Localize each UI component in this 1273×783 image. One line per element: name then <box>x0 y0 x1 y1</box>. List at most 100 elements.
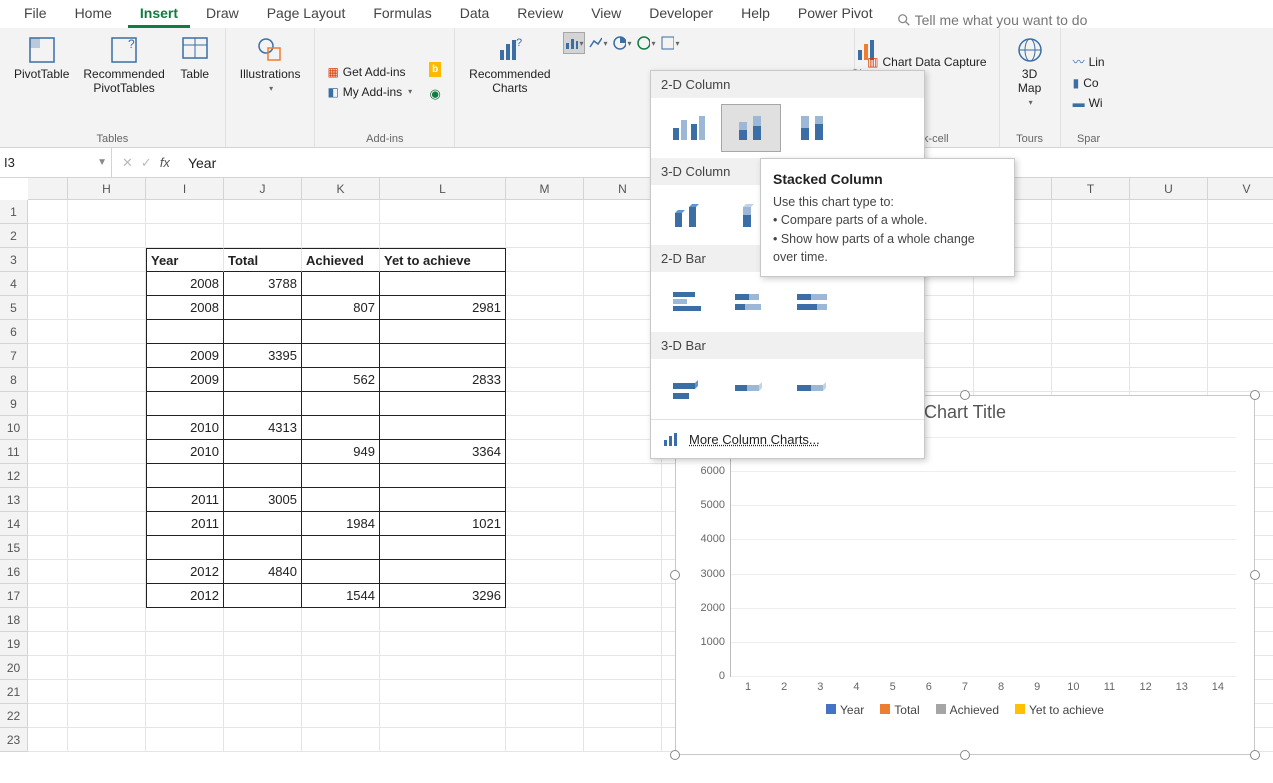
cell[interactable] <box>146 320 224 344</box>
cell[interactable] <box>28 200 68 224</box>
cell[interactable]: 1021 <box>380 512 506 536</box>
cell[interactable] <box>68 200 146 224</box>
recommended-pivot-button[interactable]: ? Recommended PivotTables <box>77 32 170 98</box>
cell[interactable]: 3296 <box>380 584 506 608</box>
cell[interactable] <box>28 536 68 560</box>
row-header[interactable]: 14 <box>0 512 28 536</box>
cell[interactable]: 2833 <box>380 368 506 392</box>
cell[interactable] <box>506 296 584 320</box>
cell[interactable] <box>302 224 380 248</box>
tab-help[interactable]: Help <box>729 1 782 28</box>
cell[interactable] <box>28 320 68 344</box>
enter-formula-icon[interactable]: ✓ <box>141 155 152 171</box>
cell[interactable]: 2011 <box>146 512 224 536</box>
cell[interactable] <box>68 488 146 512</box>
cell[interactable] <box>1130 368 1208 392</box>
tab-home[interactable]: Home <box>63 1 124 28</box>
tab-data[interactable]: Data <box>448 1 502 28</box>
cell[interactable] <box>380 704 506 728</box>
col-header[interactable]: I <box>146 178 224 199</box>
tab-page-layout[interactable]: Page Layout <box>255 1 358 28</box>
row-header[interactable]: 4 <box>0 272 28 296</box>
cell[interactable] <box>28 224 68 248</box>
cell[interactable] <box>380 272 506 296</box>
cell[interactable] <box>1208 200 1273 224</box>
cell[interactable] <box>1208 224 1273 248</box>
cell[interactable]: 3788 <box>224 272 302 296</box>
cell[interactable] <box>28 584 68 608</box>
cell[interactable] <box>302 344 380 368</box>
cell[interactable] <box>224 320 302 344</box>
cell[interactable]: 3364 <box>380 440 506 464</box>
cell[interactable] <box>146 680 224 704</box>
more-column-charts-button[interactable]: More Column Charts... <box>651 419 924 458</box>
cell[interactable] <box>380 224 506 248</box>
cell[interactable] <box>1208 248 1273 272</box>
cell[interactable] <box>380 344 506 368</box>
cell[interactable] <box>224 632 302 656</box>
cell[interactable] <box>506 488 584 512</box>
cell[interactable] <box>506 272 584 296</box>
col-header[interactable]: K <box>302 178 380 199</box>
cell[interactable] <box>1130 344 1208 368</box>
cell[interactable] <box>506 560 584 584</box>
cell[interactable] <box>1052 248 1130 272</box>
row-header[interactable]: 8 <box>0 368 28 392</box>
cell[interactable] <box>380 680 506 704</box>
row-header[interactable]: 3 <box>0 248 28 272</box>
col-header[interactable]: T <box>1052 178 1130 199</box>
row-header[interactable]: 16 <box>0 560 28 584</box>
cell[interactable] <box>380 608 506 632</box>
cell[interactable] <box>506 584 584 608</box>
cell[interactable] <box>506 248 584 272</box>
cell[interactable] <box>68 344 146 368</box>
row-header[interactable]: 15 <box>0 536 28 560</box>
cell[interactable] <box>506 632 584 656</box>
cell[interactable] <box>224 704 302 728</box>
cell[interactable] <box>224 200 302 224</box>
cell[interactable] <box>224 728 302 752</box>
resize-handle[interactable] <box>1250 750 1260 760</box>
cell[interactable] <box>506 368 584 392</box>
cell[interactable] <box>146 200 224 224</box>
cell[interactable] <box>224 392 302 416</box>
cell[interactable] <box>28 368 68 392</box>
cell[interactable] <box>146 608 224 632</box>
my-addins-button[interactable]: ◧My Add-ins <box>323 83 416 101</box>
cell[interactable] <box>506 392 584 416</box>
cell[interactable] <box>506 464 584 488</box>
3d-stacked-bar-option[interactable] <box>721 365 781 413</box>
cell[interactable] <box>28 344 68 368</box>
cell[interactable] <box>1208 368 1273 392</box>
cell[interactable] <box>68 536 146 560</box>
col-header[interactable]: J <box>224 178 302 199</box>
col-header[interactable]: U <box>1130 178 1208 199</box>
cell[interactable] <box>506 704 584 728</box>
col-header[interactable]: H <box>68 178 146 199</box>
cell[interactable] <box>28 488 68 512</box>
cell[interactable] <box>974 344 1052 368</box>
cell[interactable] <box>584 632 662 656</box>
3d-map-button[interactable]: 3D Map <box>1008 32 1052 109</box>
cell[interactable] <box>506 200 584 224</box>
cell[interactable] <box>28 680 68 704</box>
cell[interactable] <box>224 464 302 488</box>
cell[interactable] <box>28 704 68 728</box>
cell[interactable] <box>380 320 506 344</box>
tab-insert[interactable]: Insert <box>128 1 190 28</box>
cell[interactable] <box>68 632 146 656</box>
tab-draw[interactable]: Draw <box>194 1 251 28</box>
cell[interactable]: 2009 <box>146 368 224 392</box>
tab-developer[interactable]: Developer <box>637 1 725 28</box>
cell[interactable] <box>68 248 146 272</box>
cell[interactable] <box>1052 344 1130 368</box>
cell[interactable]: Total <box>224 248 302 272</box>
cell[interactable] <box>1130 296 1208 320</box>
cell[interactable] <box>302 560 380 584</box>
cell[interactable] <box>506 224 584 248</box>
row-header[interactable]: 13 <box>0 488 28 512</box>
cell[interactable] <box>28 632 68 656</box>
resize-handle[interactable] <box>1250 570 1260 580</box>
cell[interactable] <box>584 536 662 560</box>
recommended-charts-button[interactable]: ? Recommended Charts <box>463 32 556 98</box>
